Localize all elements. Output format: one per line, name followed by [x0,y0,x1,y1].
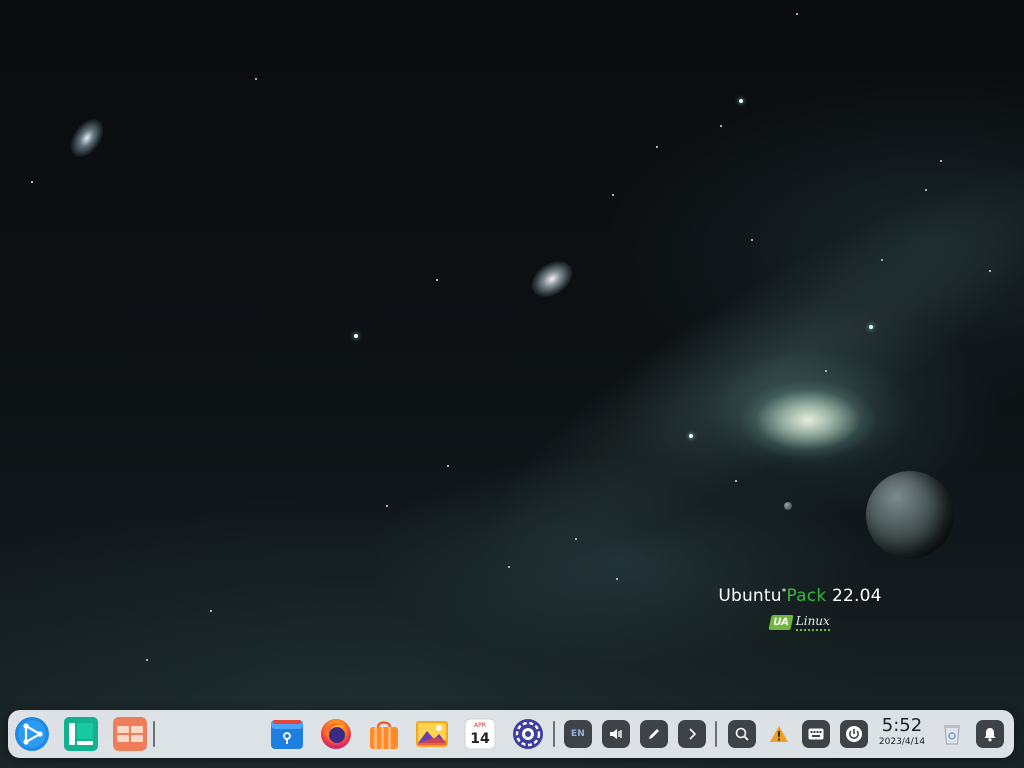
moon [784,502,792,510]
dock-separator [715,721,717,747]
volume-button[interactable] [602,720,630,748]
brand-pack: Pack [786,586,827,606]
screenshot-pen-icon [649,729,659,739]
star [354,334,358,338]
star [612,194,614,196]
launcher-button[interactable] [14,716,50,752]
multitasking-view-button[interactable] [63,716,99,752]
expand-tray-button[interactable] [678,720,706,748]
image-viewer-icon [416,721,448,747]
keyboard-layout-indicator[interactable]: EN [564,720,592,748]
search-icon [735,727,749,741]
ualinux-text: Linux [795,614,830,631]
onscreen-keyboard-icon [808,728,824,740]
calendar-button[interactable]: APR 14 [462,716,498,752]
brand-title: Ubuntu*Pack 22.04 [710,586,890,606]
star [210,610,212,612]
notifications-button[interactable] [976,720,1004,748]
firefox-button[interactable] [318,716,354,752]
star [656,146,658,148]
app-store-icon [370,721,398,749]
system-settings-icon [513,719,543,749]
clock-date: 2023/4/14 [878,737,926,747]
star [436,279,438,281]
clock-widget[interactable]: 5:52 2023/4/14 [876,716,928,748]
star [689,434,693,438]
file-manager-button[interactable] [269,716,305,752]
star [739,99,743,103]
warning-icon [770,726,788,742]
star [575,538,577,540]
star [989,270,991,272]
star [940,160,942,162]
multitasking-view-icon [64,717,98,751]
app-store-button[interactable] [366,716,402,752]
planet [866,471,954,559]
brand-version: 22.04 [831,586,882,606]
ualinux-badge: UA [768,615,794,630]
volume-icon [610,729,622,739]
file-manager-icon [271,720,303,749]
onscreen-keyboard-button[interactable] [802,720,830,748]
star [447,465,449,467]
star [616,578,618,580]
star [386,505,388,507]
dock: APR 14 EN 5:52 2023/4/14 [8,710,1014,758]
firefox-icon [321,719,351,749]
notifications-bell-icon [984,728,996,742]
star [925,189,927,191]
star [735,480,737,482]
star [508,566,510,568]
desktop-wallpaper: Ubuntu*Pack 22.04 UA Linux APR 14 EN 5:5… [0,0,1024,768]
brand-ubuntu: Ubuntu [718,586,782,606]
star [255,78,257,80]
warning-button[interactable] [765,720,793,748]
star [31,181,33,183]
star [881,259,883,261]
calendar-day: 14 [470,731,490,747]
expand-tray-icon [689,728,697,740]
dock-separator [553,721,555,747]
power-button[interactable] [840,720,868,748]
keyboard-layout-label: EN [570,729,586,739]
trash-button[interactable] [938,720,966,748]
star [751,239,753,241]
spiral-galaxy-medium [525,254,579,304]
power-icon [846,726,862,742]
star [720,125,722,127]
workspace-switcher-icon [113,717,147,751]
star [146,659,148,661]
spiral-galaxy-small [64,113,110,163]
image-viewer-button[interactable] [414,716,450,752]
dock-separator [153,721,155,747]
clock-time: 5:52 [881,715,923,736]
system-settings-button[interactable] [510,716,546,752]
ualinux-logo: UA Linux [768,614,830,631]
search-button[interactable] [728,720,756,748]
screenshot-pen-button[interactable] [640,720,668,748]
star [825,370,827,372]
calendar-icon: APR 14 [464,718,496,750]
trash-icon [944,725,960,745]
launcher-icon [15,717,49,751]
workspace-switcher-button[interactable] [112,716,148,752]
calendar-month: APR [474,722,486,729]
star [869,325,873,329]
ubuntupack-branding: Ubuntu*Pack 22.04 UA Linux [710,586,890,631]
star [796,13,798,15]
